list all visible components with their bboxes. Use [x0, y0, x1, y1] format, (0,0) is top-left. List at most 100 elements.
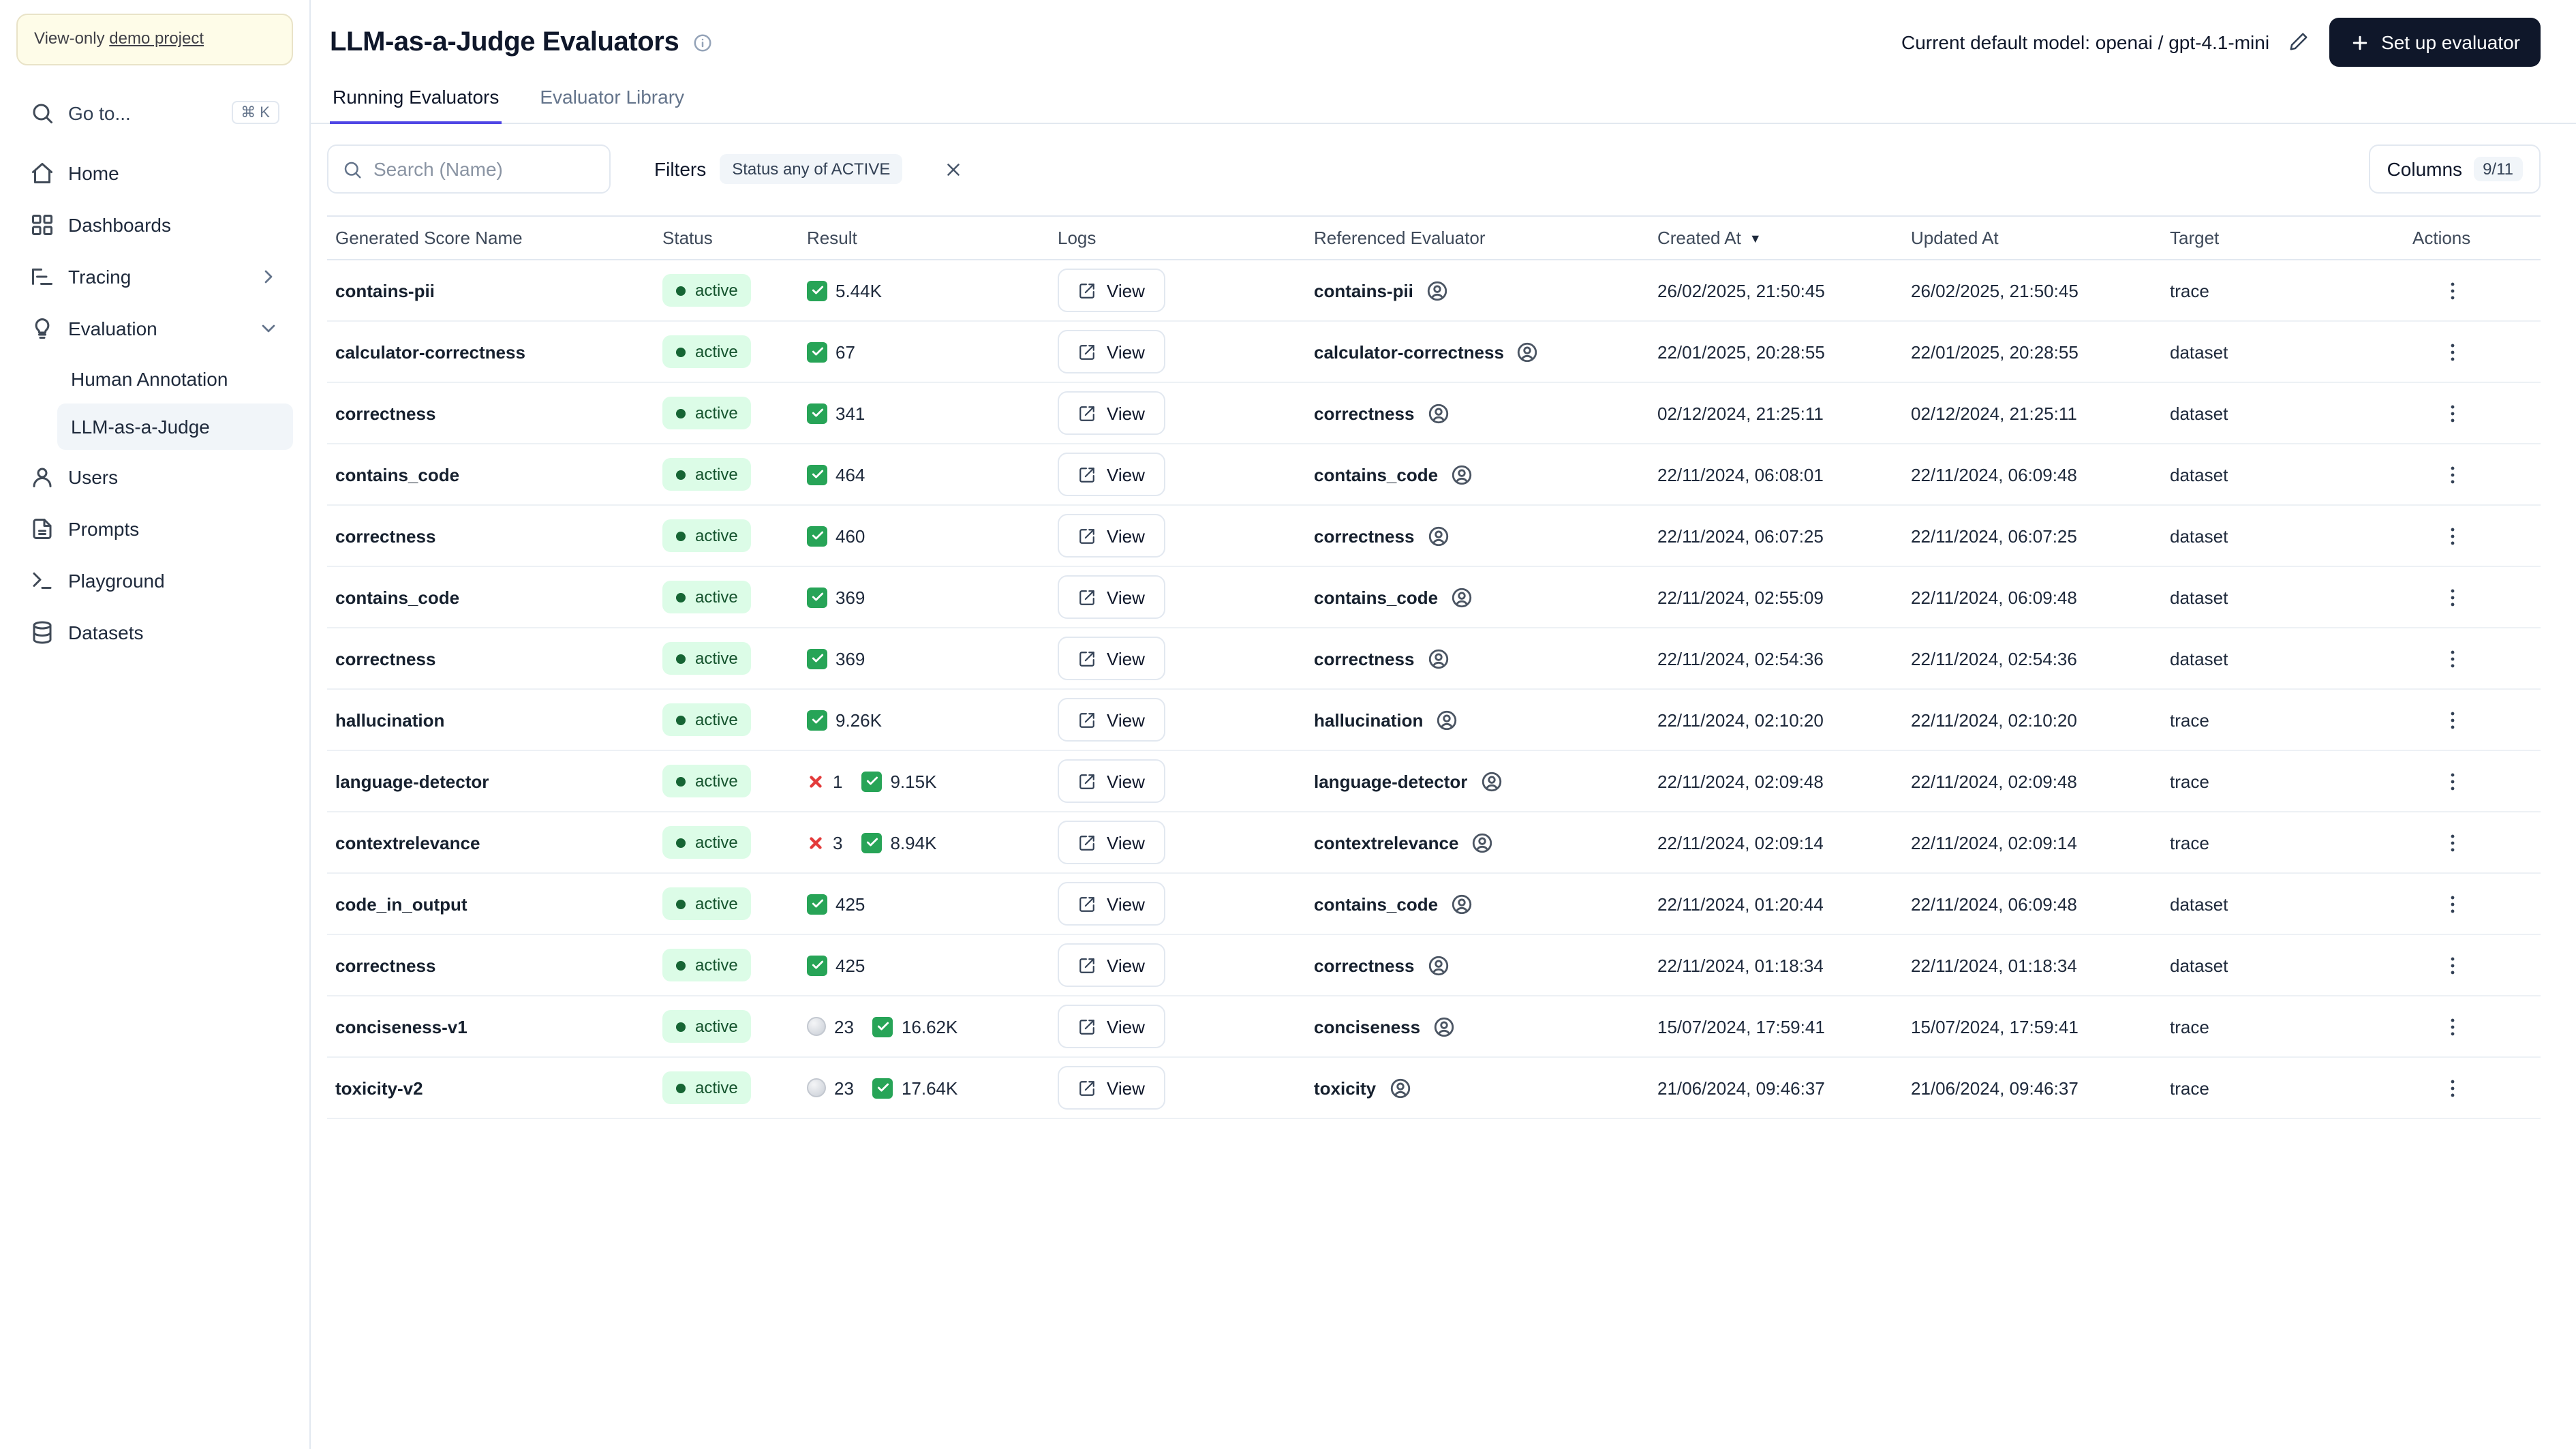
external-link-icon [1078, 650, 1096, 667]
created-at-cell: 22/11/2024, 01:18:34 [1657, 955, 1824, 975]
external-link-icon [1078, 772, 1096, 790]
actions-cell [2404, 454, 2541, 495]
view-logs-button[interactable]: View [1058, 821, 1165, 864]
search-icon [342, 159, 363, 179]
search-input[interactable] [373, 158, 596, 180]
goto-label: Go to... [68, 102, 131, 124]
tab-evaluator-library[interactable]: Evaluator Library [537, 86, 687, 124]
evaluator-name: correctness [1314, 648, 1415, 669]
view-logs-button[interactable]: View [1058, 575, 1165, 619]
status-badge: active [662, 581, 752, 613]
view-logs-button[interactable]: View [1058, 759, 1165, 803]
result-pending: 23 [807, 1078, 854, 1098]
actions-cell [2404, 883, 2541, 924]
main-content: LLM-as-a-Judge Evaluators Current defaul… [311, 0, 2576, 1449]
sidebar-item-prompts[interactable]: Prompts [16, 502, 293, 554]
home-icon [30, 160, 55, 185]
kebab-icon [2440, 463, 2464, 486]
evaluator-name: calculator-correctness [1314, 341, 1504, 362]
column-header-status[interactable]: Status [654, 228, 799, 248]
evaluator-name: contains_code [1314, 894, 1439, 914]
filters-button[interactable]: Filters Status any of ACTIVE [641, 144, 917, 194]
view-logs-button[interactable]: View [1058, 391, 1165, 435]
view-logs-button[interactable]: View [1058, 453, 1165, 496]
status-dot-icon [676, 286, 686, 295]
set-up-evaluator-button[interactable]: Set up evaluator [2329, 18, 2541, 67]
view-logs-button[interactable]: View [1058, 330, 1165, 373]
clear-filters-button[interactable] [932, 149, 973, 189]
goto-search-button[interactable]: Go to... ⌘ K [16, 87, 293, 138]
columns-button[interactable]: Columns 9/11 [2369, 144, 2541, 194]
row-actions-button[interactable] [2432, 1067, 2472, 1108]
column-header-updated-at[interactable]: Updated At [1903, 228, 2162, 248]
view-logs-button[interactable]: View [1058, 698, 1165, 742]
sidebar-item-label: Human Annotation [71, 367, 228, 390]
view-logs-button[interactable]: View [1058, 943, 1165, 987]
column-header-referenced-evaluator[interactable]: Referenced Evaluator [1306, 228, 1649, 248]
edit-model-button[interactable] [2288, 31, 2310, 53]
sidebar-item-playground[interactable]: Playground [16, 554, 293, 606]
row-actions-button[interactable] [2432, 699, 2472, 740]
user-circle-icon [1426, 954, 1450, 977]
status-dot-icon [676, 1083, 686, 1093]
column-header-result[interactable]: Result [799, 228, 1049, 248]
created-at-cell: 22/01/2025, 20:28:55 [1657, 341, 1825, 362]
row-actions-button[interactable] [2432, 577, 2472, 617]
table-row: calculator-correctness active 67 View calcul… [327, 322, 2541, 383]
view-logs-button[interactable]: View [1058, 514, 1165, 558]
actions-cell [2404, 699, 2541, 740]
row-actions-button[interactable] [2432, 393, 2472, 433]
view-logs-button[interactable]: View [1058, 269, 1165, 312]
demo-project-link[interactable]: demo project [109, 29, 204, 48]
table-row: contains_code active 464 View contains_code 2… [327, 444, 2541, 506]
search-box [327, 144, 611, 194]
column-header-logs[interactable]: Logs [1049, 228, 1306, 248]
user-circle-icon [1450, 585, 1473, 609]
target-cell: dataset [2170, 587, 2228, 607]
row-actions-button[interactable] [2432, 454, 2472, 495]
row-actions-button[interactable] [2432, 945, 2472, 986]
view-logs-button[interactable]: View [1058, 1066, 1165, 1110]
sidebar-item-tracing[interactable]: Tracing [16, 250, 293, 302]
result-count: 3 [833, 832, 843, 853]
result-count: 23 [834, 1078, 854, 1098]
referenced-evaluator-cell: contextrelevance [1306, 831, 1649, 854]
actions-cell [2404, 1006, 2541, 1047]
result-cell: 67 [799, 341, 1049, 362]
row-actions-button[interactable] [2432, 270, 2472, 311]
result-cell: 9.26K [799, 710, 1049, 730]
logs-cell: View [1049, 943, 1306, 987]
view-logs-button[interactable]: View [1058, 637, 1165, 680]
view-logs-button[interactable]: View [1058, 882, 1165, 926]
sidebar-item-datasets[interactable]: Datasets [16, 606, 293, 658]
sidebar-item-evaluation[interactable]: Evaluation [16, 302, 293, 354]
tab-running-evaluators[interactable]: Running Evaluators [330, 86, 502, 124]
score-name: toxicity-v2 [335, 1078, 423, 1098]
logs-cell: View [1049, 821, 1306, 864]
sidebar-item-human-annotation[interactable]: Human Annotation [57, 355, 293, 401]
score-name: correctness [335, 955, 436, 975]
evaluator-name: contains_code [1314, 587, 1439, 607]
status-dot-icon [676, 899, 686, 909]
column-header-actions[interactable]: Actions [2404, 228, 2541, 248]
row-actions-button[interactable] [2432, 1006, 2472, 1047]
sidebar-item-users[interactable]: Users [16, 451, 293, 502]
row-actions-button[interactable] [2432, 883, 2472, 924]
view-logs-button[interactable]: View [1058, 1005, 1165, 1048]
info-icon[interactable] [692, 32, 713, 52]
column-header-created-at[interactable]: Created At ▼ [1649, 228, 1903, 248]
column-header-generated-score-name[interactable]: Generated Score Name [327, 228, 654, 248]
sidebar-item-llm-as-a-judge[interactable]: LLM-as-a-Judge [57, 403, 293, 450]
row-actions-button[interactable] [2432, 638, 2472, 679]
row-actions-button[interactable] [2432, 331, 2472, 372]
row-actions-button[interactable] [2432, 761, 2472, 802]
row-actions-button[interactable] [2432, 822, 2472, 863]
sidebar-item-dashboards[interactable]: Dashboards [16, 198, 293, 250]
updated-at-cell: 26/02/2025, 21:50:45 [1911, 280, 2079, 301]
updated-at-cell: 22/11/2024, 02:54:36 [1911, 648, 2077, 669]
row-actions-button[interactable] [2432, 515, 2472, 556]
evaluators-table: Generated Score Name Status Result Logs Refe… [327, 215, 2541, 1119]
sidebar-item-home[interactable]: Home [16, 147, 293, 198]
external-link-icon [1078, 527, 1096, 545]
column-header-target[interactable]: Target [2162, 228, 2404, 248]
